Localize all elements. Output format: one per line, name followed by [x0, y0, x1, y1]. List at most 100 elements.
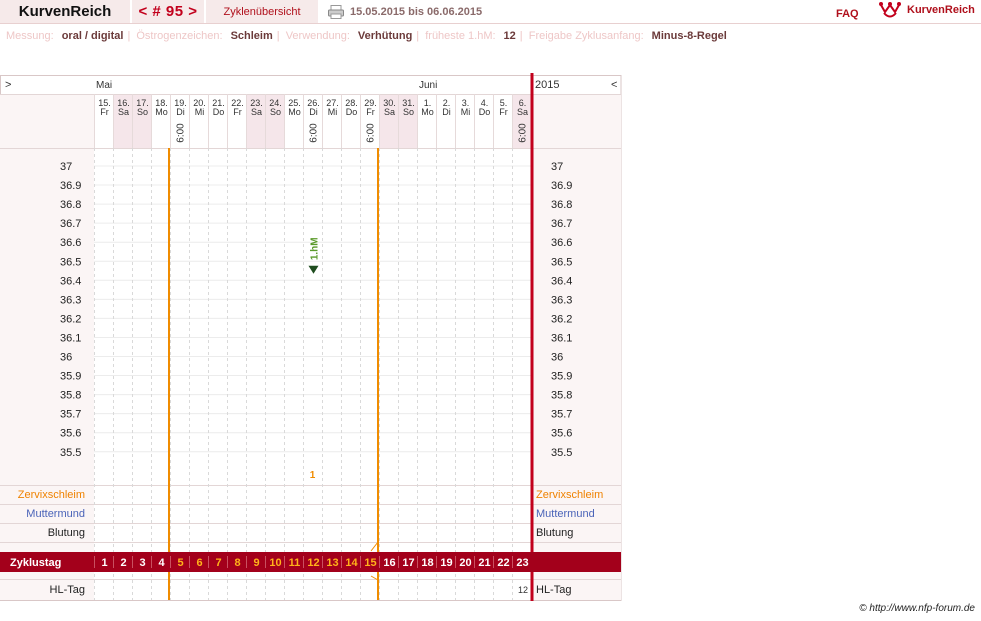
hltag-label-right: HL-Tag [536, 584, 571, 596]
day-weekday-label: Sa [251, 107, 262, 117]
day-weekday-label: Fr [233, 107, 242, 117]
temp-tick-left: 36.8 [60, 199, 81, 211]
temp-tick-right: 36.2 [551, 313, 572, 325]
temp-tick-left: 36.1 [60, 332, 81, 344]
temp-tick-left: 36 [60, 352, 72, 364]
temp-tick-left: 35.7 [60, 409, 81, 421]
info-label-hm: früheste 1.hM: [425, 30, 496, 42]
temp-tick-left: 35.9 [60, 371, 81, 383]
muttermund-label-right: Muttermund [536, 508, 595, 520]
info-label-oestrogen: Östrogenzeichen: [136, 30, 223, 42]
logo-text[interactable]: KurvenReich [907, 4, 975, 16]
hltag-label-left: HL-Tag [50, 584, 85, 596]
info-value-messung: oral / digital [61, 30, 124, 42]
day-weekday-label: So [403, 107, 414, 117]
left-panel-bg [0, 94, 94, 600]
blutung-label-right: Blutung [536, 527, 573, 539]
temp-tick-right: 36.8 [551, 199, 572, 211]
cycle-day-number: 15 [364, 557, 376, 569]
temp-tick-right: 36.3 [551, 294, 572, 306]
temp-tick-left: 37 [60, 161, 72, 173]
day-weekday-label: Sa [118, 107, 129, 117]
day-weekday-label: So [137, 107, 148, 117]
info-value-freigabe: Minus-8-Regel [651, 30, 727, 42]
day-weekday-label: Di [309, 107, 318, 117]
day-weekday-label: Di [176, 107, 185, 117]
temp-tick-left: 36.2 [60, 313, 81, 325]
cycle-day-number: 7 [215, 557, 221, 569]
kurvenreich-logo-icon[interactable] [879, 1, 901, 19]
day-weekday-label: Do [213, 107, 225, 117]
temp-tick-right: 36 [551, 352, 563, 364]
temp-tick-left: 35.5 [60, 447, 81, 459]
temp-tick-right: 35.5 [551, 447, 572, 459]
temp-tick-right: 36.9 [551, 180, 572, 192]
day-weekday-label: Sa [384, 107, 395, 117]
cycle-day-number: 2 [120, 557, 126, 569]
cycle-day-number: 23 [516, 557, 528, 569]
info-label-freigabe: Freigabe Zyklusanfang: [528, 30, 644, 42]
temp-tick-left: 35.8 [60, 390, 81, 402]
cycle-day-number: 14 [345, 557, 358, 569]
top-bar: KurvenReich < # 95 > Zyklenübersicht 15.… [0, 0, 981, 24]
day-weekday-label: Mi [461, 107, 471, 117]
faq-link[interactable]: FAQ [836, 8, 859, 20]
cycle-day-number: 4 [158, 557, 165, 569]
cycle-day-number: 8 [234, 557, 240, 569]
brand-title[interactable]: KurvenReich [0, 0, 130, 23]
day-weekday-label: Fr [100, 107, 109, 117]
cycle-day-number: 18 [421, 557, 433, 569]
date-range: 15.05.2015 bis 06.06.2015 [350, 6, 483, 18]
day-weekday-label: Mi [328, 107, 338, 117]
temp-tick-right: 35.7 [551, 409, 572, 421]
year-label: 2015 [535, 79, 559, 91]
cycle-day-number: 22 [497, 557, 509, 569]
temp-tick-left: 36.3 [60, 294, 81, 306]
temp-tick-right: 36.5 [551, 256, 572, 268]
cycle-day-number: 12 [307, 557, 319, 569]
measurement-time-label: 6:00 [518, 123, 529, 143]
cycle-day-number: 20 [459, 557, 471, 569]
copyright[interactable]: © http://www.nfp-forum.de [859, 603, 975, 614]
nav-next-button[interactable]: < [611, 79, 617, 91]
temp-tick-left: 36.9 [60, 180, 81, 192]
day-weekday-label: Do [479, 107, 491, 117]
temp-tick-right: 35.8 [551, 390, 572, 402]
settings-info-bar: Messung: oral / digital | Östrogenzeichen:… [6, 30, 727, 42]
cycle-day-number: 5 [177, 557, 183, 569]
day-weekday-label: So [270, 107, 281, 117]
temp-tick-right: 35.6 [551, 428, 572, 440]
info-value-hm: 12 [503, 30, 516, 42]
cycle-day-number: 3 [139, 557, 145, 569]
month-label: Mai [96, 80, 112, 91]
right-panel-bg [531, 94, 621, 600]
temp-tick-left: 36.7 [60, 218, 81, 230]
cycle-day-number: 21 [478, 557, 490, 569]
zervix-label-left: Zervixschleim [18, 489, 85, 501]
day-weekday-label: Fr [366, 107, 375, 117]
first-hM-label: 1.hM [310, 237, 321, 260]
cycle-day-number: 16 [383, 557, 395, 569]
cycle-navigation[interactable]: < # 95 > [132, 0, 204, 23]
cycle-day-number: 19 [440, 557, 452, 569]
measurement-time-label: 6:00 [176, 123, 187, 143]
printer-icon[interactable] [328, 5, 344, 19]
day-weekday-label: Mo [288, 107, 301, 117]
temp-tick-right: 36.1 [551, 332, 572, 344]
temp-tick-left: 36.4 [60, 275, 81, 287]
measurement-time-label: 6:00 [366, 123, 377, 143]
cycle-day-number: 1 [101, 557, 107, 569]
day-weekday-label: Sa [517, 107, 528, 117]
day-weekday-label: Fr [499, 107, 508, 117]
temp-tick-right: 37 [551, 161, 563, 173]
info-value-verwendung: Verhütung [357, 30, 413, 42]
month-label: Juni [419, 80, 437, 91]
cycle-day-number: 11 [289, 557, 301, 569]
info-label-messung: Messung: [6, 30, 54, 42]
muttermund-label-left: Muttermund [26, 508, 85, 520]
nav-prev-button[interactable]: > [5, 79, 11, 91]
day-weekday-label: Mo [421, 107, 434, 117]
cycle-overview-tab[interactable]: Zyklenübersicht [206, 0, 318, 23]
cycle-chart: >2015 <Mai Juni15.Fr16.Sa17.So18.Mo19.Di6:… [0, 73, 622, 601]
blutung-label-left: Blutung [48, 527, 85, 539]
